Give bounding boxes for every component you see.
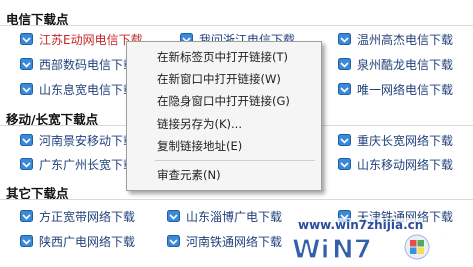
download-link[interactable]: 江苏E动网电信下载 [20,30,143,48]
download-link-label: 唯一网络电信下载 [357,82,454,97]
download-link-label: 河南铁通网络下载 [186,234,283,249]
menu-separator [155,160,315,161]
menu-item-open-incognito[interactable]: 在隐身窗口中打开链接(G) [127,92,321,110]
download-icon [167,210,180,222]
menu-item-copy-link-address[interactable]: 复制链接地址(E) [127,137,321,155]
download-icon [20,158,33,170]
svg-text:家: 家 [432,234,458,265]
menu-item-inspect-element[interactable]: 审查元素(N) [127,166,321,184]
download-link[interactable]: 方正宽带网络下载 [20,207,135,225]
download-link-label: 广东广州长宽下载 [39,157,136,172]
download-icon [338,158,351,170]
download-icon [338,83,351,95]
download-link[interactable]: 泉州酷龙电信下载 [338,55,453,73]
windows-flag-icon [404,234,430,260]
download-link-label: 重庆长宽网络下载 [357,133,454,148]
download-icon [167,235,180,247]
download-link-label: 泉州酷龙电信下载 [357,57,454,72]
divider [0,199,473,200]
download-icon [20,235,33,247]
download-icon [338,33,351,45]
download-link[interactable]: 山东淄博广电下载 [167,207,282,225]
download-icon [338,134,351,146]
download-link[interactable]: 广东广州长宽下载 [20,155,135,173]
download-link-label: 西部数码电信下载 [39,57,136,72]
download-icon [20,33,33,45]
download-link-label: 温州高杰电信下载 [357,32,454,47]
download-link[interactable]: 河南铁通网络下载 [167,232,282,250]
download-icon [338,58,351,70]
download-link-label: 山东移动网络下载 [357,157,454,172]
download-link-label: 山东淄博广电下载 [186,209,283,224]
win7-logo: Wi N7 之 家 [291,233,458,265]
download-link-label: 方正宽带网络下载 [39,209,136,224]
download-link-label: 陕西广电网络下载 [39,234,136,249]
divider [0,25,473,26]
menu-item-save-link-as[interactable]: 链接另存为(K)... [127,115,321,133]
menu-item-open-new-tab[interactable]: 在新标签页中打开链接(T) [127,48,321,66]
download-link[interactable]: 山东移动网络下载 [338,155,453,173]
download-icon [20,210,33,222]
svg-text:Wi: Wi [292,235,330,265]
download-link[interactable]: 河南景安移动下载 [20,131,135,149]
download-link-label: 山东息宽电信下载 [39,82,136,97]
download-link[interactable]: 陕西广电网络下载 [20,232,135,250]
download-link[interactable]: 山东息宽电信下载 [20,80,135,98]
download-icon [20,58,33,70]
download-icon [20,134,33,146]
download-link[interactable]: 重庆长宽网络下载 [338,131,453,149]
download-link-label: 河南景安移动下载 [39,133,136,148]
menu-item-open-new-window[interactable]: 在新窗口中打开链接(W) [127,70,321,88]
svg-text:N7: N7 [332,235,372,265]
context-menu: 在新标签页中打开链接(T) 在新窗口中打开链接(W) 在隐身窗口中打开链接(G)… [126,41,322,191]
download-link[interactable]: 唯一网络电信下载 [338,80,453,98]
download-link[interactable]: 西部数码电信下载 [20,55,135,73]
download-icon [20,83,33,95]
download-link[interactable]: 温州高杰电信下载 [338,30,453,48]
svg-text:之: 之 [372,234,398,265]
